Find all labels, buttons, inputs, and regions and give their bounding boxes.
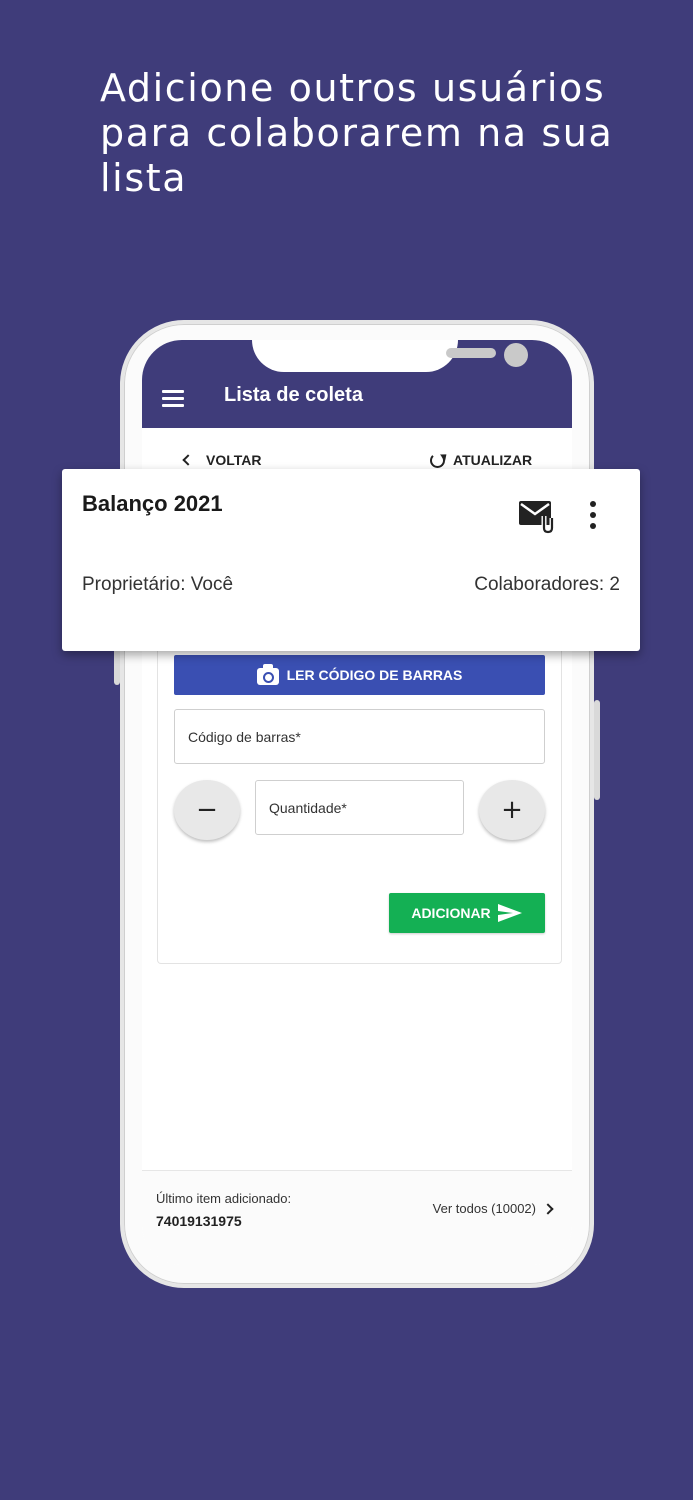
owner-text: Proprietário: Você — [82, 574, 234, 595]
last-item-label: Último item adicionado: — [156, 1191, 292, 1206]
headline: Adicione outros usuários para colaborare… — [100, 66, 614, 200]
list-title: Balanço 2021 — [82, 491, 223, 516]
decrease-quantity-button[interactable]: − — [174, 780, 240, 840]
minus-icon: − — [196, 795, 218, 825]
more-vert-icon[interactable] — [590, 501, 596, 534]
mail-attachment-icon[interactable] — [518, 498, 558, 534]
refresh-icon — [430, 452, 445, 468]
chevron-left-icon — [182, 454, 194, 466]
back-label: VOLTAR — [206, 452, 262, 468]
refresh-button[interactable]: ATUALIZAR — [430, 452, 532, 468]
camera-icon — [256, 663, 279, 685]
collaborators-text: Colaboradores: 2 — [474, 574, 620, 595]
app-bar: Lista de coleta — [142, 340, 572, 428]
barcode-placeholder: Código de barras* — [188, 728, 301, 745]
footer-bar: Último item adicionado: 74019131975 Ver … — [142, 1170, 572, 1265]
app-title: Lista de coleta — [224, 384, 363, 406]
scan-label: LER CÓDIGO DE BARRAS — [286, 667, 463, 683]
send-icon — [497, 904, 522, 922]
view-all-label: Ver todos (10002) — [432, 1201, 536, 1216]
quantity-placeholder: Quantidade* — [269, 799, 347, 816]
last-item-value: 74019131975 — [156, 1213, 242, 1229]
increase-quantity-button[interactable]: + — [479, 780, 545, 840]
phone-notch — [252, 340, 528, 372]
front-camera-icon — [504, 343, 528, 367]
add-label: ADICIONAR — [411, 905, 491, 921]
view-all-link[interactable]: Ver todos (10002) — [432, 1201, 554, 1216]
speaker-icon — [446, 348, 496, 358]
list-info-card: Balanço 2021 Proprietário: Você Colabora… — [62, 469, 640, 651]
plus-icon: + — [501, 795, 523, 825]
add-button[interactable]: ADICIONAR — [389, 893, 545, 933]
back-button[interactable]: VOLTAR — [182, 452, 262, 468]
sub-navigation: VOLTAR ATUALIZAR — [142, 428, 572, 468]
quantity-input[interactable]: Quantidade* — [255, 780, 464, 835]
refresh-label: ATUALIZAR — [453, 452, 533, 468]
chevron-right-icon — [542, 1202, 554, 1215]
barcode-input[interactable]: Código de barras* — [174, 709, 545, 764]
phone-side-button-right — [594, 700, 600, 800]
scan-barcode-button[interactable]: LER CÓDIGO DE BARRAS — [174, 655, 545, 695]
menu-icon[interactable] — [162, 390, 184, 411]
